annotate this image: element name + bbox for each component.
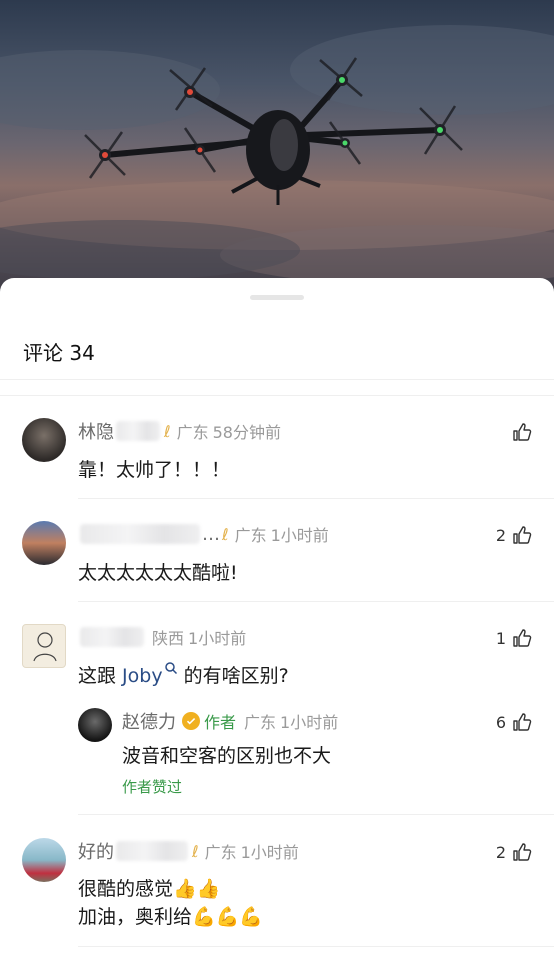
comment-text: 太太太太太太酷啦!: [78, 562, 238, 584]
divider: [78, 814, 554, 815]
reply-location: 广东: [244, 713, 277, 732]
divider: [78, 946, 554, 947]
redacted-name: [116, 841, 188, 861]
avatar[interactable]: [22, 624, 66, 668]
hero-image: [0, 0, 554, 300]
avatar[interactable]: [22, 838, 66, 882]
like-button[interactable]: 6: [496, 712, 532, 732]
search-link[interactable]: Joby: [122, 662, 178, 687]
vip-badge-icon: ℓ: [222, 524, 229, 544]
comment-sheet: 评论 34 林隐 ℓ 广东 58分钟前 靠！太帅了！！！ … ℓ 广东 1小时前…: [0, 278, 554, 960]
avatar[interactable]: [78, 708, 112, 742]
search-icon: [164, 662, 177, 675]
redacted-name: [80, 524, 200, 544]
comment-author[interactable]: 林隐: [78, 418, 114, 444]
avatar[interactable]: [22, 521, 66, 565]
divider: [0, 379, 554, 380]
comment-time: 58分钟前: [212, 423, 281, 442]
thumb-up-icon: [513, 423, 532, 441]
like-button[interactable]: [506, 422, 532, 442]
like-button[interactable]: 2: [496, 842, 532, 862]
verified-icon: [182, 712, 200, 730]
comment-author[interactable]: 好的: [78, 838, 114, 864]
comments-title: 评论 34: [23, 341, 95, 365]
redacted-name: [80, 627, 144, 647]
divider: [78, 601, 554, 602]
like-count: 2: [495, 525, 506, 545]
comment-location: 陕西: [152, 629, 185, 648]
comment-location: 广东: [234, 526, 267, 545]
comment-author[interactable]: …: [202, 524, 220, 545]
comment-time: 1小时前: [240, 843, 299, 862]
like-button[interactable]: 2: [496, 525, 532, 545]
thumb-up-icon: [513, 713, 532, 731]
thumb-up-icon: [513, 526, 532, 544]
thumb-up-icon: [513, 629, 532, 647]
reply-time: 1小时前: [280, 713, 339, 732]
like-count: 6: [495, 712, 506, 732]
divider: [0, 395, 554, 396]
comment-location: 广东: [176, 423, 209, 442]
like-button[interactable]: 1: [496, 628, 532, 648]
comment-location: 广东: [204, 843, 237, 862]
avatar[interactable]: [22, 418, 66, 462]
comment-text: 这跟 Joby 的有啥区别?: [78, 661, 289, 688]
reply-text: 波音和空客的区别也不大: [122, 745, 332, 767]
comment-text-line: 加油，奥利给💪💪💪: [78, 906, 263, 928]
comment-time: 1小时前: [188, 629, 247, 648]
reply-author[interactable]: 赵德力: [122, 708, 176, 734]
author-liked-label: 作者赞过: [122, 778, 183, 796]
search-link-label: Joby: [122, 665, 163, 687]
comment-text-line: 很酷的感觉👍👍: [78, 878, 221, 900]
author-tag: 作者: [204, 713, 237, 732]
comment-text-part: 这跟: [78, 665, 123, 687]
thumb-up-icon: [513, 843, 532, 861]
redacted-name: [116, 421, 160, 441]
comment-text: 靠！太帅了！！！: [78, 459, 231, 481]
drag-handle[interactable]: [250, 295, 304, 300]
like-count: 2: [495, 842, 506, 862]
divider: [78, 498, 554, 499]
vip-badge-icon: ℓ: [192, 841, 199, 861]
vip-badge-icon: ℓ: [164, 421, 171, 441]
avatar-drawing: [33, 632, 57, 662]
comment-time: 1小时前: [270, 526, 329, 545]
drone-illustration: [0, 25, 554, 285]
comment-text-part: 的有啥区别?: [177, 665, 289, 687]
like-count: 1: [495, 628, 506, 648]
